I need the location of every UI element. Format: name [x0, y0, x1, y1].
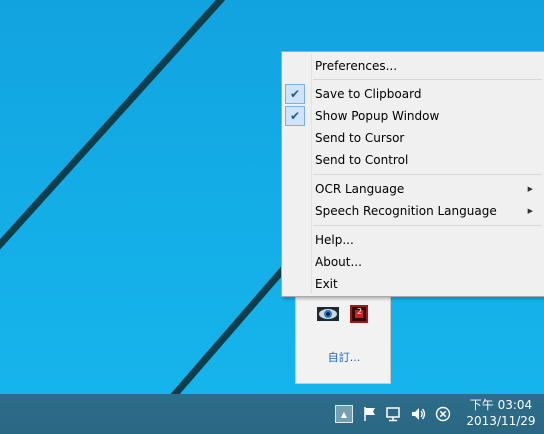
- clock-time: 下午 03:04: [469, 398, 533, 412]
- taskbar: ▲ 下午 03:04 2013/11/29: [0, 394, 544, 434]
- menu-item-label: Send to Cursor: [315, 131, 405, 145]
- checkmark-icon: ✔: [285, 84, 305, 104]
- badge-count: 2: [357, 307, 363, 316]
- network-icon[interactable]: [384, 404, 404, 424]
- clock-date: 2013/11/29: [466, 414, 536, 428]
- menu-separator: [313, 225, 542, 226]
- flag-icon[interactable]: [359, 404, 379, 424]
- menu-item-show-popup-window[interactable]: ✔ Show Popup Window: [282, 105, 544, 127]
- menu-item-label: Send to Control: [315, 153, 409, 167]
- menu-item-label: OCR Language: [315, 182, 405, 196]
- menu-item-label: Help...: [315, 233, 354, 247]
- menu-item-send-to-control[interactable]: Send to Control: [282, 149, 544, 171]
- menu-item-send-to-cursor[interactable]: Send to Cursor: [282, 127, 544, 149]
- red-square-app-icon[interactable]: 2: [347, 303, 373, 325]
- menu-item-preferences[interactable]: Preferences...: [282, 55, 544, 77]
- menu-item-label: Show Popup Window: [315, 109, 440, 123]
- menu-item-label: Preferences...: [315, 59, 398, 73]
- show-hidden-icons-button[interactable]: ▲: [335, 405, 353, 423]
- menu-item-help[interactable]: Help...: [282, 229, 544, 251]
- menu-separator: [313, 79, 542, 80]
- volume-icon[interactable]: [408, 404, 428, 424]
- menu-item-ocr-language[interactable]: OCR Language ▶: [282, 178, 544, 200]
- customize-link[interactable]: 自訂...: [296, 349, 392, 365]
- wallpaper-line-1: [0, 0, 226, 250]
- eye-app-icon[interactable]: [315, 303, 341, 325]
- menu-item-save-to-clipboard[interactable]: ✔ Save to Clipboard: [282, 83, 544, 105]
- context-menu: Preferences... ✔ Save to Clipboard ✔ Sho…: [281, 51, 544, 297]
- checkmark-icon: ✔: [285, 106, 305, 126]
- menu-separator: [313, 174, 542, 175]
- x-circle-icon[interactable]: [433, 404, 453, 424]
- menu-item-speech-recognition-language[interactable]: Speech Recognition Language ▶: [282, 200, 544, 222]
- menu-item-about[interactable]: About...: [282, 251, 544, 273]
- menu-item-exit[interactable]: Exit: [282, 273, 544, 295]
- taskbar-clock[interactable]: 下午 03:04 2013/11/29: [466, 397, 536, 429]
- tray-overflow-popup: 2 自訂...: [295, 288, 391, 384]
- menu-item-label: Save to Clipboard: [315, 87, 422, 101]
- submenu-arrow-icon: ▶: [527, 207, 533, 215]
- menu-item-label: Speech Recognition Language: [315, 204, 497, 218]
- menu-item-label: Exit: [315, 277, 338, 291]
- menu-item-label: About...: [315, 255, 362, 269]
- submenu-arrow-icon: ▶: [527, 185, 533, 193]
